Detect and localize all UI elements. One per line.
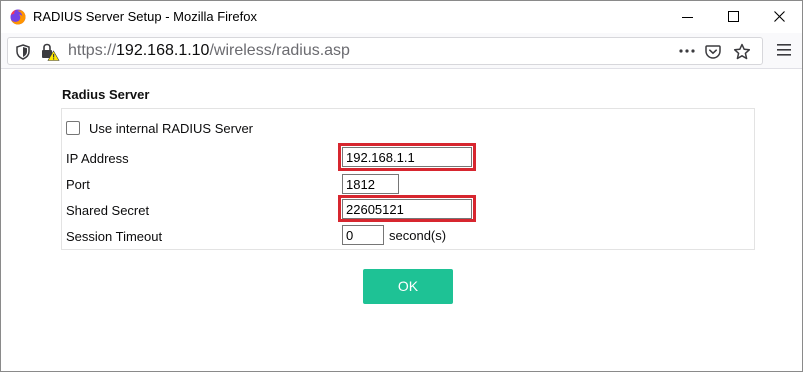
pocket-icon[interactable]	[705, 44, 721, 63]
navigation-bar: https://192.168.1.10/wireless/radius.asp	[1, 33, 802, 69]
shared-secret-input[interactable]	[342, 199, 472, 219]
port-input[interactable]	[342, 174, 399, 194]
use-internal-radius-label[interactable]: Use internal RADIUS Server	[89, 121, 253, 136]
section-title: Radius Server	[62, 87, 150, 102]
ok-button[interactable]: OK	[363, 269, 453, 304]
url-path: /wireless/radius.asp	[209, 42, 350, 59]
page-content: Radius Server Use internal RADIUS Server…	[1, 70, 802, 371]
page-actions-icon[interactable]	[678, 44, 696, 61]
url-text[interactable]: https://192.168.1.10/wireless/radius.asp	[68, 42, 350, 60]
tracking-protection-shield-icon[interactable]	[16, 44, 30, 63]
insecure-lock-warning-icon[interactable]	[40, 43, 60, 64]
minimize-button[interactable]	[665, 1, 711, 33]
url-scheme: https://	[68, 42, 117, 59]
close-button[interactable]	[757, 1, 802, 33]
close-icon	[774, 11, 785, 22]
ip-address-input[interactable]	[342, 147, 472, 167]
session-timeout-unit: second(s)	[389, 228, 447, 243]
session-timeout-input[interactable]	[342, 225, 384, 245]
session-timeout-label: Session Timeout	[66, 229, 163, 244]
firefox-logo-icon	[10, 9, 26, 25]
use-internal-radius-checkbox[interactable]	[66, 121, 80, 135]
minimize-icon	[682, 17, 693, 18]
maximize-button[interactable]	[711, 1, 757, 33]
menu-hamburger-icon[interactable]	[777, 43, 791, 60]
ip-address-label: IP Address	[66, 151, 129, 166]
title-bar: RADIUS Server Setup - Mozilla Firefox	[1, 1, 802, 33]
shared-secret-label: Shared Secret	[66, 203, 150, 218]
url-host: 192.168.1.10	[116, 42, 210, 59]
url-bar[interactable]: https://192.168.1.10/wireless/radius.asp	[7, 37, 763, 65]
radius-settings-panel: Use internal RADIUS Server IP Address Po…	[61, 108, 755, 250]
maximize-icon	[728, 11, 739, 22]
port-label: Port	[66, 177, 90, 192]
browser-window: RADIUS Server Setup - Mozilla Firefox ht…	[0, 0, 803, 372]
window-title: RADIUS Server Setup - Mozilla Firefox	[33, 9, 257, 24]
bookmark-star-icon[interactable]	[733, 43, 751, 64]
